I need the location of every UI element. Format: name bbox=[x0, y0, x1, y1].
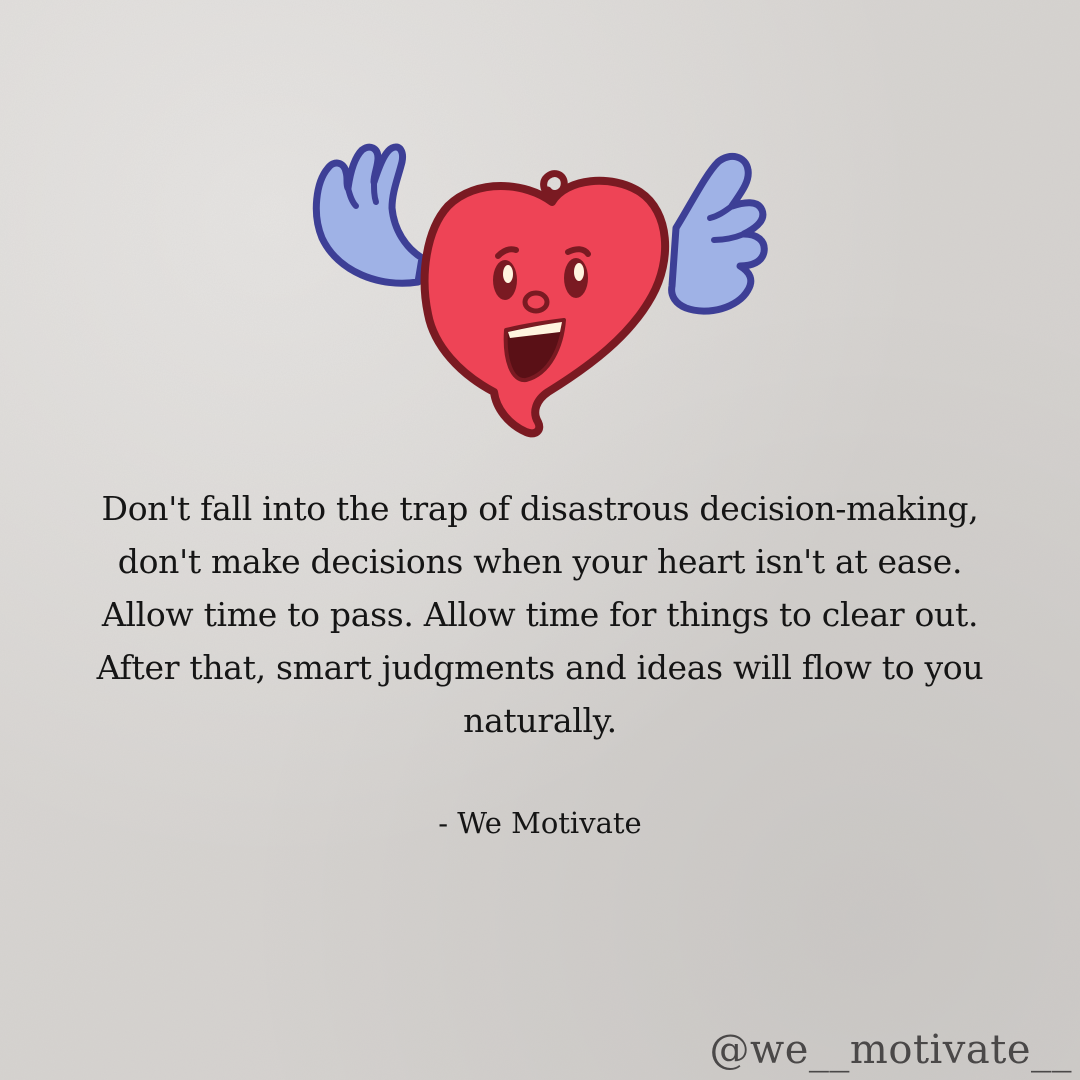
right-wing bbox=[668, 152, 768, 315]
watermark-handle: @we__motivate__ bbox=[709, 1027, 1072, 1073]
winged-heart-icon bbox=[312, 143, 768, 438]
left-wing bbox=[312, 143, 426, 287]
quote-text: Don't fall into the trap of disastrous d… bbox=[96, 489, 984, 740]
nose bbox=[522, 290, 550, 314]
quote-author: - We Motivate bbox=[438, 806, 642, 840]
